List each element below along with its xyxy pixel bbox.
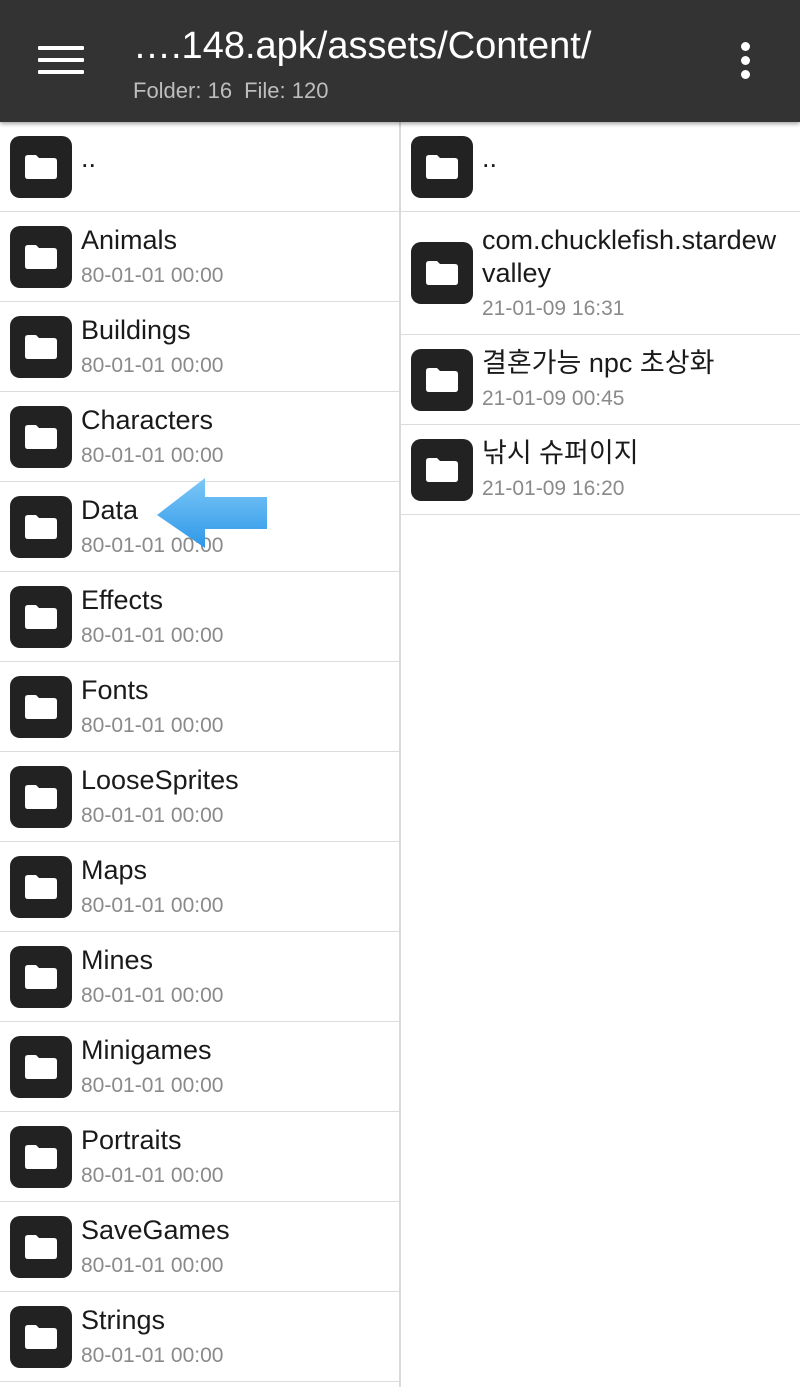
folder-row[interactable]: Fonts 80-01-01 00:00 — [0, 662, 399, 752]
parent-directory-label: .. — [81, 143, 97, 173]
folder-name: Fonts — [81, 675, 149, 705]
folder-icon — [411, 242, 473, 304]
folder-row[interactable]: Effects 80-01-01 00:00 — [0, 572, 399, 662]
folder-icon — [10, 405, 72, 468]
folder-name: Portraits — [81, 1125, 182, 1155]
folder-date: 80-01-01 00:00 — [81, 714, 224, 737]
folder-name: com.chucklefish.stardewvalley — [482, 225, 777, 288]
folder-date: 80-01-01 00:00 — [81, 264, 224, 287]
folder-name: Maps — [81, 855, 148, 885]
path-title: ….148.apk/assets/Content/ — [133, 25, 592, 67]
folder-name: 결혼가능 npc 초상화 — [482, 348, 715, 378]
folder-name: Mines — [81, 945, 154, 975]
folder-date: 21-01-09 16:20 — [482, 477, 625, 500]
folder-date: 80-01-01 00:00 — [81, 1164, 224, 1187]
folder-date: 80-01-01 00:00 — [81, 624, 224, 647]
folder-icon — [10, 765, 72, 828]
folder-date: 80-01-01 00:00 — [81, 804, 224, 827]
folder-icon — [411, 135, 473, 198]
more-vert-icon[interactable] — [732, 40, 760, 80]
folder-file-counts: Folder: 16 File: 120 — [133, 76, 328, 106]
folder-icon — [10, 1125, 72, 1188]
folder-row[interactable]: Buildings 80-01-01 00:00 — [0, 302, 399, 392]
folder-date: 80-01-01 00:00 — [81, 894, 224, 917]
folder-date: 21-01-09 16:31 — [482, 297, 625, 320]
folder-row[interactable]: com.chucklefish.stardewvalley 21-01-09 16… — [401, 212, 800, 335]
left-file-pane[interactable]: .. Animals 80-01-01 00:00 Buildings 80-01-0… — [0, 122, 401, 1387]
folder-row[interactable]: Characters 80-01-01 00:00 — [0, 392, 399, 482]
folder-row[interactable]: Portraits 80-01-01 00:00 — [0, 1112, 399, 1202]
folder-row[interactable]: 낚시 슈퍼이지 21-01-09 16:20 — [401, 425, 800, 515]
folder-icon — [10, 1305, 72, 1368]
folder-icon — [10, 1215, 72, 1278]
folder-date: 80-01-01 00:00 — [81, 354, 224, 377]
folder-row[interactable]: Mines 80-01-01 00:00 — [0, 932, 399, 1022]
folder-date: 80-01-01 00:00 — [81, 1074, 224, 1097]
folder-name: LooseSprites — [81, 765, 239, 795]
folder-count: Folder: 16 — [133, 78, 233, 103]
parent-directory-row[interactable]: .. — [0, 122, 399, 212]
folder-date: 80-01-01 00:00 — [81, 1254, 224, 1277]
folder-icon — [411, 438, 473, 501]
folder-row[interactable]: Animals 80-01-01 00:00 — [0, 212, 399, 302]
folder-row[interactable]: Minigames 80-01-01 00:00 — [0, 1022, 399, 1112]
folder-date: 21-01-09 00:45 — [482, 387, 625, 410]
folder-icon — [10, 495, 72, 558]
folder-row[interactable]: Maps 80-01-01 00:00 — [0, 842, 399, 932]
folder-icon — [10, 315, 72, 378]
folder-row[interactable]: SaveGames 80-01-01 00:00 — [0, 1202, 399, 1292]
folder-row[interactable]: LooseSprites 80-01-01 00:00 — [0, 752, 399, 842]
folder-date: 80-01-01 00:00 — [81, 984, 224, 1007]
folder-icon — [10, 675, 72, 738]
folder-date: 80-01-01 00:00 — [81, 444, 224, 467]
right-file-pane[interactable]: .. com.chucklefish.stardewvalley 21-01-09… — [401, 122, 800, 1387]
file-count: File: 120 — [244, 78, 329, 103]
folder-icon — [10, 1035, 72, 1098]
hamburger-menu-icon[interactable] — [38, 44, 84, 76]
folder-name: Minigames — [81, 1035, 212, 1065]
folder-name: SaveGames — [81, 1215, 230, 1245]
parent-directory-label: .. — [482, 143, 498, 173]
folder-name: Characters — [81, 405, 214, 435]
app-bar: ….148.apk/assets/Content/ Folder: 16 File… — [0, 0, 800, 122]
folder-icon — [10, 135, 72, 198]
folder-name: Animals — [81, 225, 178, 255]
blue-arrow-pointer — [157, 478, 267, 548]
folder-name: Effects — [81, 585, 164, 615]
folder-icon — [10, 945, 72, 1008]
folder-name: Buildings — [81, 315, 191, 345]
folder-name: Strings — [81, 1305, 166, 1335]
folder-date: 80-01-01 00:00 — [81, 1344, 224, 1367]
folder-icon — [411, 348, 473, 411]
folder-icon — [10, 585, 72, 648]
folder-icon — [10, 225, 72, 288]
folder-row[interactable]: 결혼가능 npc 초상화 21-01-09 00:45 — [401, 335, 800, 425]
folder-icon — [10, 855, 72, 918]
folder-row[interactable]: Strings 80-01-01 00:00 — [0, 1292, 399, 1382]
folder-name: 낚시 슈퍼이지 — [482, 438, 639, 468]
parent-directory-row[interactable]: .. — [401, 122, 800, 212]
